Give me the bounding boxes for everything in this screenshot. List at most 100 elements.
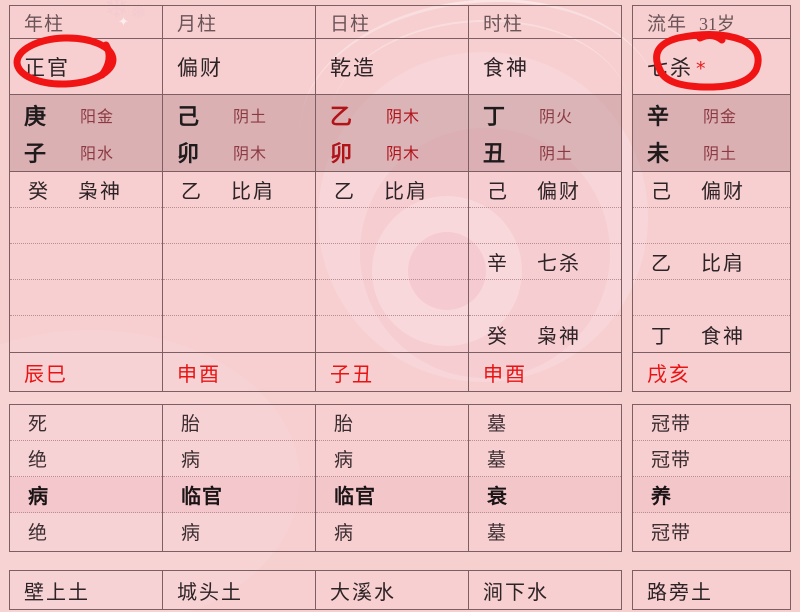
hidden-stem-entry-empty	[163, 208, 315, 244]
hidden-stem-god: 比肩	[701, 253, 745, 275]
stages-row: 死 绝 病 绝 胎 病 临官 病 胎 病 临官 病 墓 墓 衰 墓	[9, 404, 622, 552]
nayin-label: 城头土	[177, 581, 243, 604]
kongwang-label: 辰巳	[24, 363, 68, 386]
stage-entry: 死	[10, 405, 162, 441]
hidden-stem: 乙	[651, 253, 671, 275]
ten-god-cell-year[interactable]: 正官	[9, 38, 163, 95]
hidden-stem-entry-empty	[633, 208, 790, 244]
nayin-cell-year[interactable]: 壁上土	[9, 570, 163, 610]
heavenly-stem-line: 乙 阴木	[316, 96, 468, 133]
twelve-stages-liunian-table: 冠带 冠带 养 冠带	[632, 404, 791, 552]
hidden-stem-god: 比肩	[384, 181, 428, 203]
hidden-stem-entry-empty	[316, 244, 468, 280]
stem-element: 阴火	[539, 108, 574, 126]
ten-god-label: 正官	[24, 55, 70, 80]
stage-entry-highlighted: 病	[10, 477, 162, 513]
heavenly-stem: 己	[177, 103, 200, 129]
kongwang-cell-month[interactable]: 申酉	[162, 352, 316, 392]
hidden-stem-entry-empty	[10, 208, 162, 244]
stage-label: 绝	[28, 450, 49, 471]
stages-cell-year[interactable]: 死 绝 病 绝	[9, 404, 163, 552]
ganzhi-cell-hour[interactable]: 丁 阴火 丑 阴土	[468, 94, 622, 172]
stage-label: 死	[28, 414, 49, 435]
stages-cell-day[interactable]: 胎 病 临官 病	[315, 404, 469, 552]
ganzhi-cell-year[interactable]: 庚 阳金 子 阳水	[9, 94, 163, 172]
ten-god-cell-day[interactable]: 乾造	[315, 38, 469, 95]
liunian-ganzhi-row: 辛 阴金 未 阴土	[632, 94, 791, 172]
hidden-stem-entry: 癸 枭神	[10, 172, 162, 208]
hidden-stems-cell-year[interactable]: 癸 枭神	[9, 171, 163, 353]
stage-entry: 冠带	[633, 441, 790, 477]
stages-cell-liunian[interactable]: 冠带 冠带 养 冠带	[632, 404, 791, 552]
liunian-label: 流年	[647, 13, 688, 35]
nayin-cell-hour[interactable]: 涧下水	[468, 570, 622, 610]
stage-entry: 墓	[469, 405, 621, 441]
stage-label: 冠带	[651, 450, 692, 471]
pillar-header-label: 月柱	[177, 13, 218, 35]
stage-label: 墓	[487, 522, 508, 544]
kongwang-cell-year[interactable]: 辰巳	[9, 352, 163, 392]
earthly-branch-line: 未 阴土	[633, 133, 790, 170]
hidden-stems-cell-day[interactable]: 乙 比肩	[315, 171, 469, 353]
hidden-stems-cell-liunian[interactable]: 己 偏财 乙 比肩 丁 食神	[632, 171, 791, 353]
stage-label: 衰	[487, 486, 508, 508]
hidden-stem-entry-empty	[316, 208, 468, 244]
stage-entry: 冠带	[633, 513, 790, 549]
nayin-cell-liunian[interactable]: 路旁土	[632, 570, 791, 610]
nayin-cell-month[interactable]: 城头土	[162, 570, 316, 610]
earthly-branch: 子	[24, 140, 47, 166]
heavenly-stem: 丁	[483, 103, 506, 129]
hidden-stem: 癸	[28, 181, 48, 203]
pillar-header-year: 年柱	[9, 5, 163, 39]
stages-cell-month[interactable]: 胎 病 临官 病	[162, 404, 316, 552]
liunian-age: 31岁	[699, 13, 736, 34]
branch-element: 阴土	[703, 145, 738, 163]
ganzhi-cell-day[interactable]: 乙 阴木 卯 阴木	[315, 94, 469, 172]
hidden-stem-god: 偏财	[701, 181, 745, 203]
nayin-label: 壁上土	[24, 581, 90, 604]
kongwang-label: 戌亥	[647, 363, 691, 386]
ganzhi-cell-month[interactable]: 己 阴土 卯 阴木	[162, 94, 316, 172]
kongwang-label: 申酉	[177, 363, 221, 386]
nayin-cell-day[interactable]: 大溪水	[315, 570, 469, 610]
hidden-stem-god: 枭神	[78, 181, 122, 203]
hidden-stems-cell-hour[interactable]: 己 偏财 辛 七杀 癸 枭神	[468, 171, 622, 353]
stages-cell-hour[interactable]: 墓 墓 衰 墓	[468, 404, 622, 552]
kongwang-cell-hour[interactable]: 申酉	[468, 352, 622, 392]
ganzhi-cell-liunian[interactable]: 辛 阴金 未 阴土	[632, 94, 791, 172]
hidden-stems-row: 癸 枭神 乙 比肩 乙 比肩 己 偏财 辛 七杀 癸 枭神	[9, 171, 622, 353]
hidden-stems-cell-month[interactable]: 乙 比肩	[162, 171, 316, 353]
hidden-stem-entry-empty	[316, 280, 468, 316]
ten-god-cell-month[interactable]: 偏财	[162, 38, 316, 95]
ten-god-label: 乾造	[330, 55, 376, 80]
ten-god-cell-liunian[interactable]: 七杀 *	[632, 38, 791, 95]
hidden-stem-entry: 辛 七杀	[469, 244, 621, 280]
ten-god-label: 七杀	[647, 55, 693, 80]
pillar-header-day: 日柱	[315, 5, 469, 39]
heavenly-stem-line: 丁 阴火	[469, 96, 621, 133]
hidden-stem-entry-empty	[469, 280, 621, 316]
ten-god-cell-hour[interactable]: 食神	[468, 38, 622, 95]
stage-entry-highlighted: 临官	[316, 477, 468, 513]
heavenly-stem-line: 己 阴土	[163, 96, 315, 133]
pillar-header-hour: 时柱	[468, 5, 622, 39]
liunian-hidden-stems-row: 己 偏财 乙 比肩 丁 食神	[632, 171, 791, 353]
nayin-row: 路旁土	[632, 570, 791, 610]
kongwang-cell-liunian[interactable]: 戌亥	[632, 352, 791, 392]
hidden-stem-god: 比肩	[231, 181, 275, 203]
kongwang-label: 子丑	[330, 363, 374, 386]
pillar-header-label: 年柱	[24, 13, 65, 35]
pillar-header-label: 时柱	[483, 13, 524, 35]
liunian-ten-god-row: 七杀 *	[632, 38, 791, 95]
earthly-branch-line: 子 阳水	[10, 133, 162, 170]
stem-element: 阳金	[80, 108, 115, 126]
nayin-liunian-table: 路旁土	[632, 570, 791, 610]
kongwang-cell-day[interactable]: 子丑	[315, 352, 469, 392]
ten-god-star: *	[696, 57, 706, 80]
stage-entry: 墓	[469, 513, 621, 549]
hidden-stem-entry-empty	[469, 208, 621, 244]
hidden-stem-entry: 己 偏财	[633, 172, 790, 208]
stage-label: 养	[651, 486, 672, 508]
stage-entry: 冠带	[633, 405, 790, 441]
nayin-row: 壁上土 城头土 大溪水 涧下水	[9, 570, 622, 610]
